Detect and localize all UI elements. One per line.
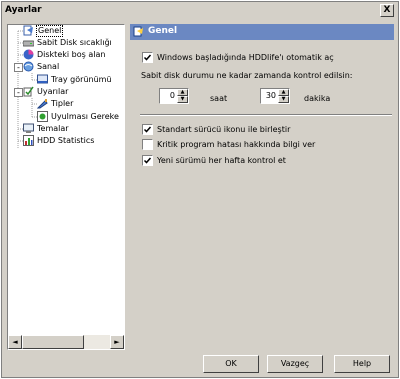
tree-item-disk-temperature[interactable]: Sabit Disk sıcaklığı (23, 37, 123, 49)
tree-horizontal-scrollbar[interactable]: ◄ ► (8, 335, 124, 349)
hours-stepper[interactable]: 0 ▲ ▼ (159, 88, 189, 104)
tree-item-warnings[interactable]: Uyarılar (23, 86, 123, 98)
tree-item-disk-free-space[interactable]: Diskteki boş alan (23, 49, 123, 61)
hours-value[interactable]: 0 (170, 91, 175, 100)
weekly-update-label: Yeni sürümü her hafta kontrol et (157, 156, 286, 165)
section-divider (140, 114, 392, 116)
scroll-right-button[interactable]: ► (110, 335, 124, 349)
minutes-label: dakika (304, 94, 331, 103)
critical-info-checkbox[interactable] (142, 139, 153, 150)
close-button[interactable]: X (380, 4, 394, 17)
hours-increment-button[interactable]: ▲ (177, 89, 188, 96)
tree-item-label: Uyulması Gereke (51, 112, 119, 121)
tree-item-label: Uyarılar (37, 87, 69, 96)
tray-view-icon (37, 74, 48, 84)
critical-info-checkbox-row[interactable]: Kritik program hatası hakkında bilgi ver (142, 138, 392, 151)
disk-space-icon (23, 49, 34, 60)
tree-item-tray-view[interactable]: Tray görünümü (37, 74, 123, 86)
settings-tree[interactable]: Genel Sabit Disk sıcaklığı Diskteki boş … (7, 24, 125, 350)
standard-icon-checkbox-row[interactable]: Standart sürücü ikonu ile birleştir (142, 123, 392, 136)
tree-item-required-rules[interactable]: Uyulması Gereke (37, 111, 123, 123)
tree-item-label: Genel (36, 25, 64, 37)
general-icon (23, 25, 33, 36)
tree-item-label: Tipler (51, 99, 74, 108)
general-icon (133, 26, 143, 37)
minutes-increment-button[interactable]: ▲ (278, 89, 289, 96)
hard-disk-icon (23, 40, 34, 47)
autostart-label: Windows başladığında HDDlife'ı otomatik … (157, 53, 334, 62)
tree-expander-virtual[interactable]: - (14, 63, 23, 72)
required-rules-icon (37, 111, 48, 122)
settings-window: Ayarlar X Genel Sabit Disk sıcaklığı Dis… (1, 1, 399, 378)
checkmark-icon (143, 157, 152, 164)
scroll-left-button[interactable]: ◄ (8, 335, 22, 349)
tree-item-label: Temalar (37, 124, 69, 133)
tree-item-virtual[interactable]: Sanal (23, 61, 123, 73)
tree-item-general[interactable]: Genel (23, 25, 123, 37)
title-bar: Ayarlar X (2, 2, 398, 20)
help-button[interactable]: Help (334, 355, 390, 373)
tree-item-label: Sanal (37, 62, 60, 71)
autostart-checkbox[interactable] (142, 52, 153, 63)
tree-expander-warnings[interactable]: - (14, 88, 23, 97)
types-icon (37, 99, 48, 109)
panel-header: Genel (130, 24, 394, 40)
scroll-thumb[interactable] (22, 335, 84, 349)
weekly-update-checkbox[interactable] (142, 155, 153, 166)
tree-item-label: Tray görünümü (51, 75, 112, 84)
tree-item-label: HDD Statistics (37, 136, 95, 145)
panel-title: Genel (148, 26, 178, 36)
hours-label: saat (210, 94, 228, 103)
minutes-value[interactable]: 30 (266, 91, 276, 100)
checkmark-icon (143, 126, 152, 133)
tree-item-hdd-statistics[interactable]: HDD Statistics (23, 135, 123, 147)
tree-item-themes[interactable]: Temalar (23, 123, 123, 135)
statistics-icon (23, 135, 34, 146)
tree-item-label: Sabit Disk sıcaklığı (37, 38, 112, 47)
ok-button[interactable]: OK (203, 355, 259, 373)
virtual-icon (23, 61, 34, 72)
cancel-button[interactable]: Vazgeç (267, 355, 323, 373)
standard-icon-label: Standart sürücü ikonu ile birleştir (157, 125, 291, 134)
autostart-checkbox-row[interactable]: Windows başladığında HDDlife'ı otomatik … (142, 51, 392, 64)
themes-icon (23, 123, 34, 133)
minutes-decrement-button[interactable]: ▼ (278, 96, 289, 103)
weekly-update-checkbox-row[interactable]: Yeni sürümü her hafta kontrol et (142, 154, 392, 167)
tree-item-types[interactable]: Tipler (37, 98, 123, 110)
window-title: Ayarlar (5, 5, 42, 15)
tree-item-label: Diskteki boş alan (37, 50, 106, 59)
warnings-icon (23, 86, 34, 97)
minutes-stepper[interactable]: 30 ▲ ▼ (260, 88, 290, 104)
standard-icon-checkbox[interactable] (142, 124, 153, 135)
hours-decrement-button[interactable]: ▼ (177, 96, 188, 103)
critical-info-label: Kritik program hatası hakkında bilgi ver (157, 140, 316, 149)
check-interval-label: Sabit disk durumu ne kadar zamanda kontr… (141, 71, 353, 80)
checkmark-icon (143, 54, 152, 61)
